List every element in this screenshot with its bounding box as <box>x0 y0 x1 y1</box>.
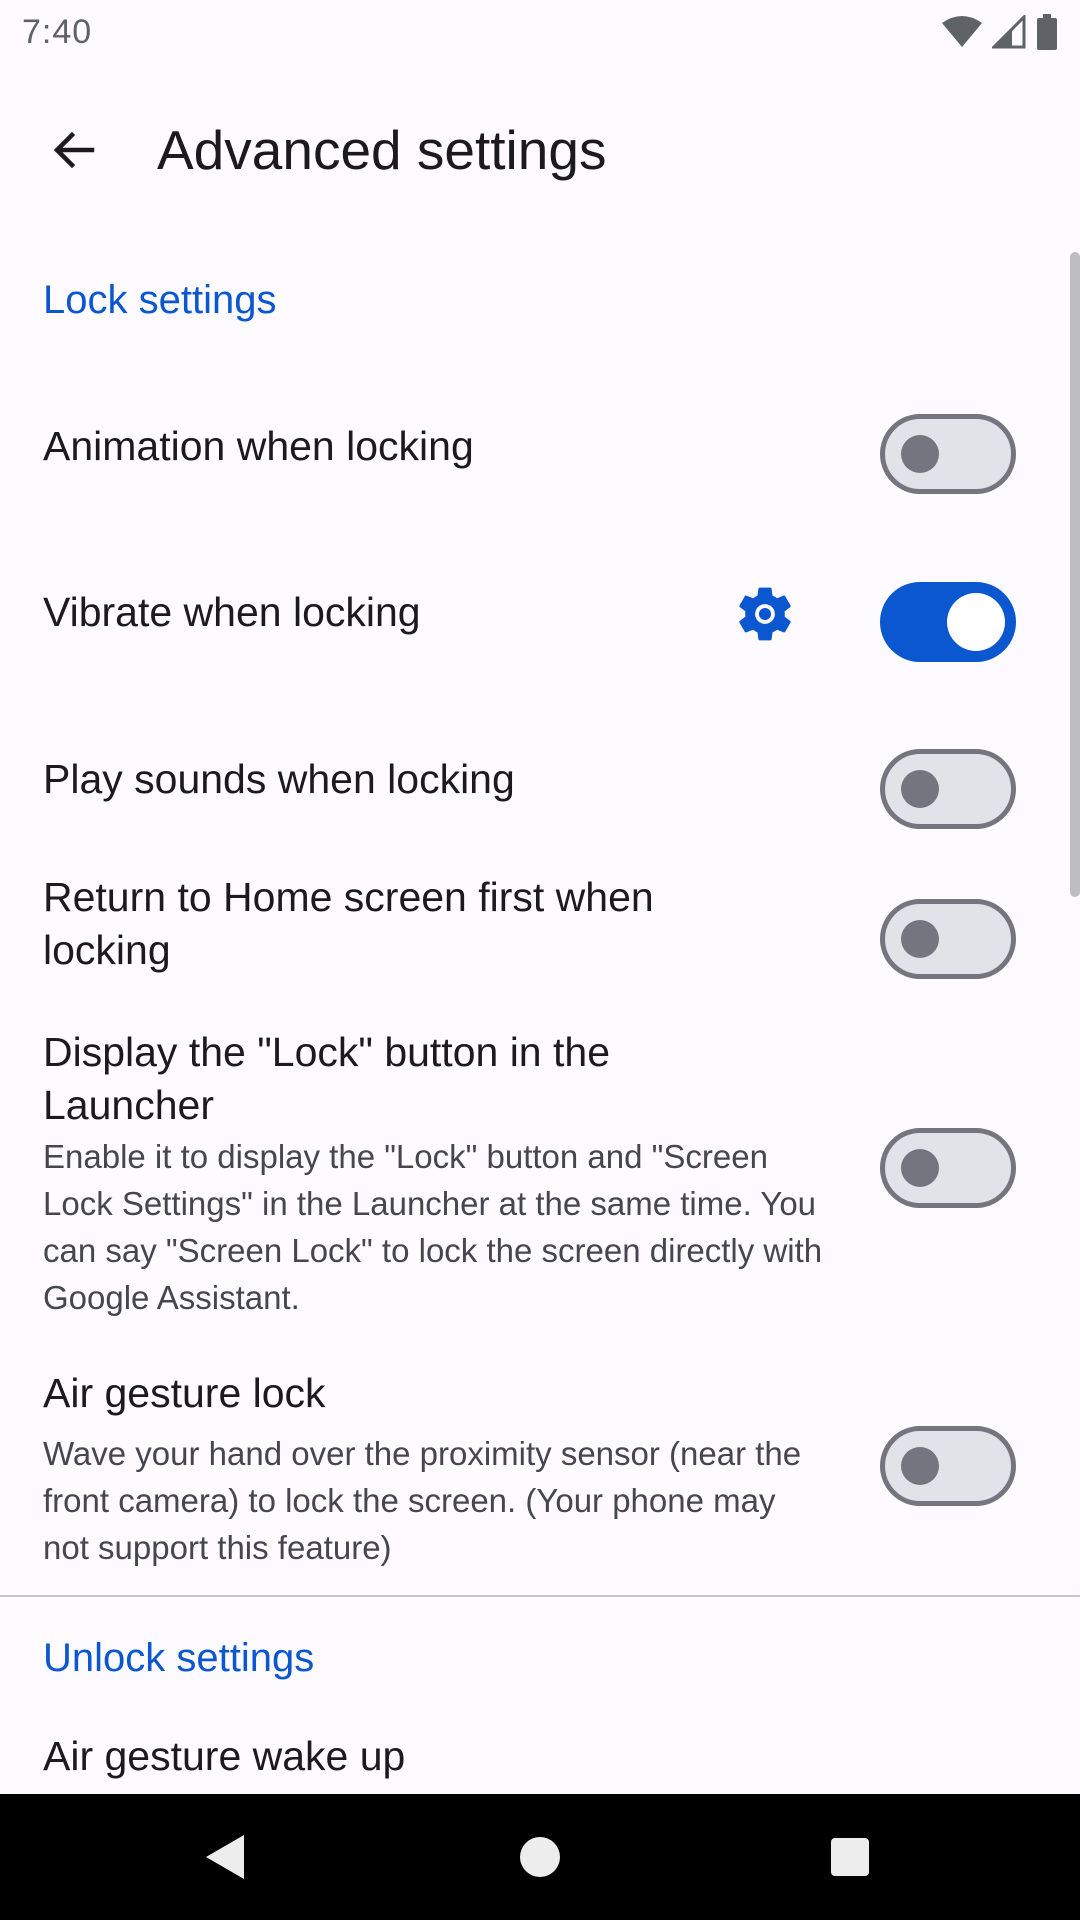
setting-return-home-first[interactable]: Return to Home screen first when locking <box>0 857 1080 1007</box>
switch-thumb <box>901 435 939 473</box>
switch-thumb <box>901 770 939 808</box>
animation-when-locking-switch[interactable] <box>880 414 1016 494</box>
setting-title: Vibrate when locking <box>43 589 421 635</box>
setting-title: Display the "Lock" button in the Launche… <box>43 1029 610 1128</box>
page-title: Advanced settings <box>157 119 607 181</box>
nav-recents-icon[interactable] <box>820 1827 880 1887</box>
battery-icon <box>1037 14 1057 50</box>
status-icons <box>942 14 1058 50</box>
play-sounds-when-locking-switch[interactable] <box>880 749 1016 829</box>
section-header-unlock: Unlock settings <box>43 1636 315 1680</box>
switch-thumb <box>901 1149 939 1187</box>
setting-title: Play sounds when locking <box>43 756 515 802</box>
setting-title: Air gesture lock <box>43 1370 326 1416</box>
wifi-icon <box>942 16 982 47</box>
arrow-back-icon <box>53 131 95 169</box>
app-bar: Advanced settings <box>0 90 1080 210</box>
gear-icon[interactable] <box>732 581 798 647</box>
setting-animation-when-locking[interactable]: Animation when locking <box>0 372 1080 522</box>
section-header-lock: Lock settings <box>43 278 277 322</box>
setting-summary: Enable it to display the "Lock" button a… <box>43 1138 823 1316</box>
settings-list[interactable]: Lock settings Animation when locking Vib… <box>0 232 1080 1794</box>
back-button[interactable] <box>26 102 122 198</box>
switch-thumb <box>947 593 1005 651</box>
setting-display-lock-button[interactable]: Display the "Lock" button in the Launche… <box>0 1007 1080 1327</box>
setting-title: Return to Home screen first when locking <box>43 874 654 973</box>
setting-air-gesture-lock[interactable]: Air gesture lock Wave your hand over the… <box>0 1353 1080 1583</box>
nav-home-icon[interactable] <box>510 1827 570 1887</box>
nav-back-icon[interactable] <box>196 1827 256 1887</box>
setting-play-sounds-when-locking[interactable]: Play sounds when locking <box>0 707 1080 857</box>
status-time: 7:40 <box>22 12 93 51</box>
switch-thumb <box>901 920 939 958</box>
return-home-first-switch[interactable] <box>880 899 1016 979</box>
navigation-bar <box>0 1794 1080 1920</box>
setting-title: Animation when locking <box>43 423 474 469</box>
switch-thumb <box>901 1447 939 1485</box>
setting-vibrate-when-locking[interactable]: Vibrate when locking <box>0 540 1080 690</box>
setting-summary: Wave your hand over the proximity sensor… <box>43 1435 802 1566</box>
display-lock-button-switch[interactable] <box>880 1128 1016 1208</box>
cellular-signal-icon <box>992 15 1026 49</box>
vibrate-when-locking-switch[interactable] <box>880 582 1016 662</box>
air-gesture-lock-switch[interactable] <box>880 1426 1016 1506</box>
setting-air-gesture-wake-up[interactable]: Air gesture wake up <box>0 1722 1080 1794</box>
setting-title: Air gesture wake up <box>43 1733 406 1779</box>
status-bar: 7:40 <box>0 0 1080 64</box>
section-divider <box>0 1595 1080 1597</box>
